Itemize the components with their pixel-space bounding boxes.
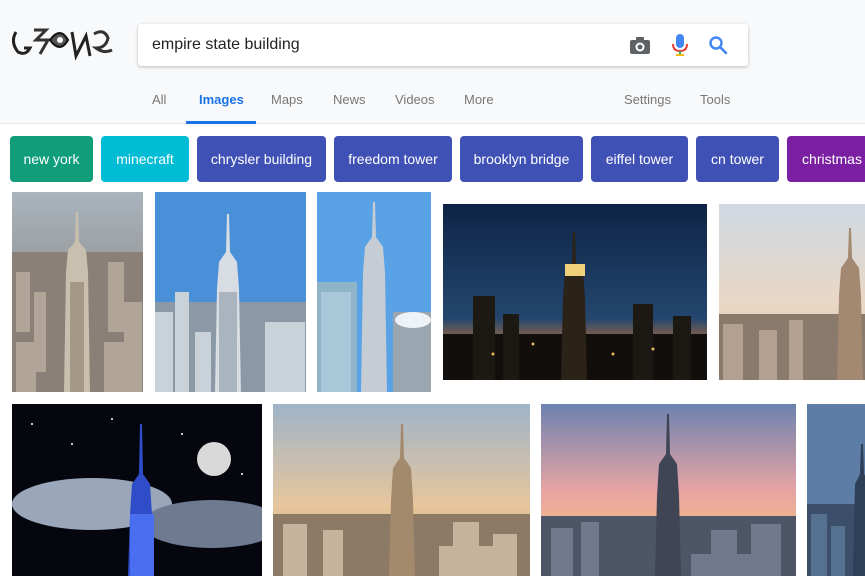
chip-new-york[interactable]: new york [10,136,93,182]
chip-christmas[interactable]: christmas [787,136,865,182]
search-icon[interactable] [706,33,730,57]
chip-freedom-tower[interactable]: freedom tower [334,136,452,182]
settings-link[interactable]: Settings [624,92,671,107]
tab-images[interactable]: Images [199,92,244,107]
chip-chrysler-building[interactable]: chrysler building [197,136,326,182]
tab-maps[interactable]: Maps [271,92,303,107]
image-result[interactable] [807,404,865,576]
mic-icon[interactable] [668,33,692,57]
search-box [138,24,748,66]
image-result[interactable] [12,404,262,576]
doodle-logo[interactable] [10,20,120,64]
tab-all[interactable]: All [152,92,166,107]
image-result[interactable] [12,192,143,392]
image-result[interactable] [443,204,707,380]
image-result[interactable] [273,404,530,576]
tab-more[interactable]: More [464,92,494,107]
tab-news[interactable]: News [333,92,366,107]
tab-videos[interactable]: Videos [395,92,435,107]
chip-brooklyn-bridge[interactable]: brooklyn bridge [460,136,583,182]
active-tab-indicator [186,121,256,124]
image-result[interactable] [719,204,865,380]
search-input[interactable] [152,24,612,66]
search-tabs: All Images Maps News Videos More Setting… [0,84,865,124]
image-result[interactable] [541,404,796,576]
camera-icon[interactable] [628,33,652,57]
chip-minecraft[interactable]: minecraft [101,136,189,182]
tools-link[interactable]: Tools [700,92,730,107]
chip-cn-tower[interactable]: cn tower [696,136,779,182]
chip-eiffel-tower[interactable]: eiffel tower [591,136,688,182]
image-result[interactable] [317,192,431,392]
header: All Images Maps News Videos More Setting… [0,0,865,124]
related-searches: new york minecraft chrysler building fre… [0,136,865,182]
image-result[interactable] [155,192,306,392]
